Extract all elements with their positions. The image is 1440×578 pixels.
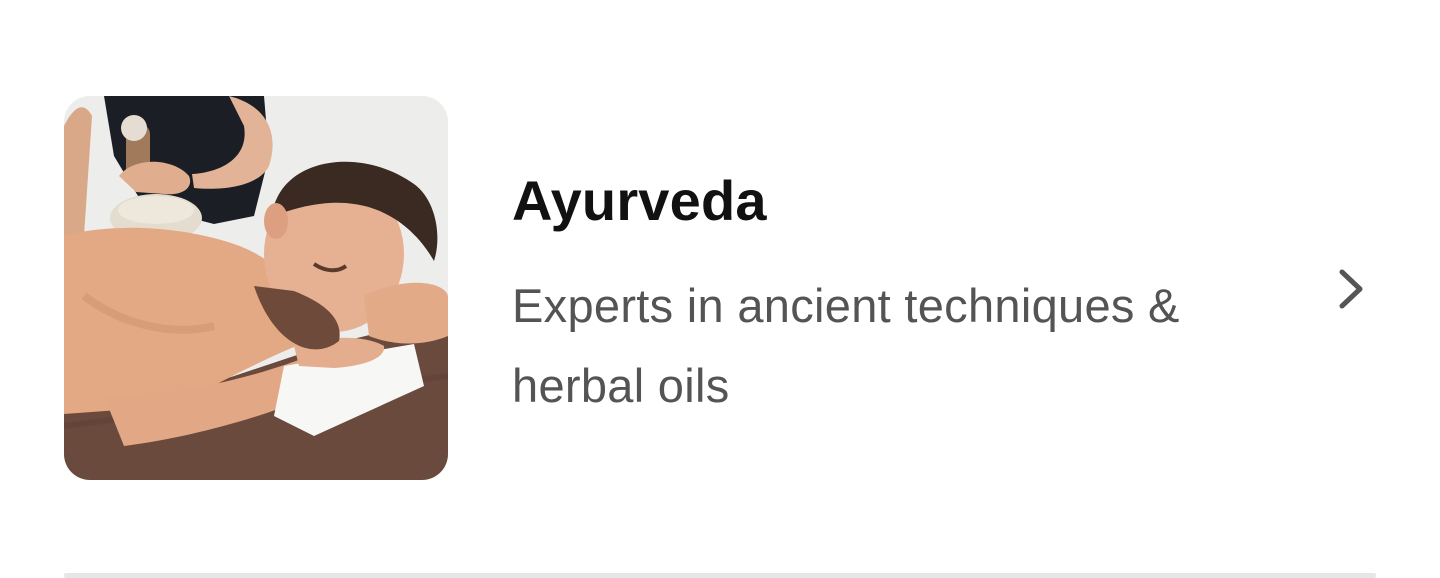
service-list-item-ayurveda[interactable]: Ayurveda Experts in ancient techniques &…: [0, 0, 1440, 578]
chevron-right-icon[interactable]: [1334, 266, 1368, 312]
service-description: Experts in ancient techniques & herbal o…: [512, 279, 1180, 412]
ayurveda-massage-image: [64, 96, 448, 480]
list-divider: [64, 573, 1376, 578]
service-title: Ayurveda: [512, 169, 767, 232]
